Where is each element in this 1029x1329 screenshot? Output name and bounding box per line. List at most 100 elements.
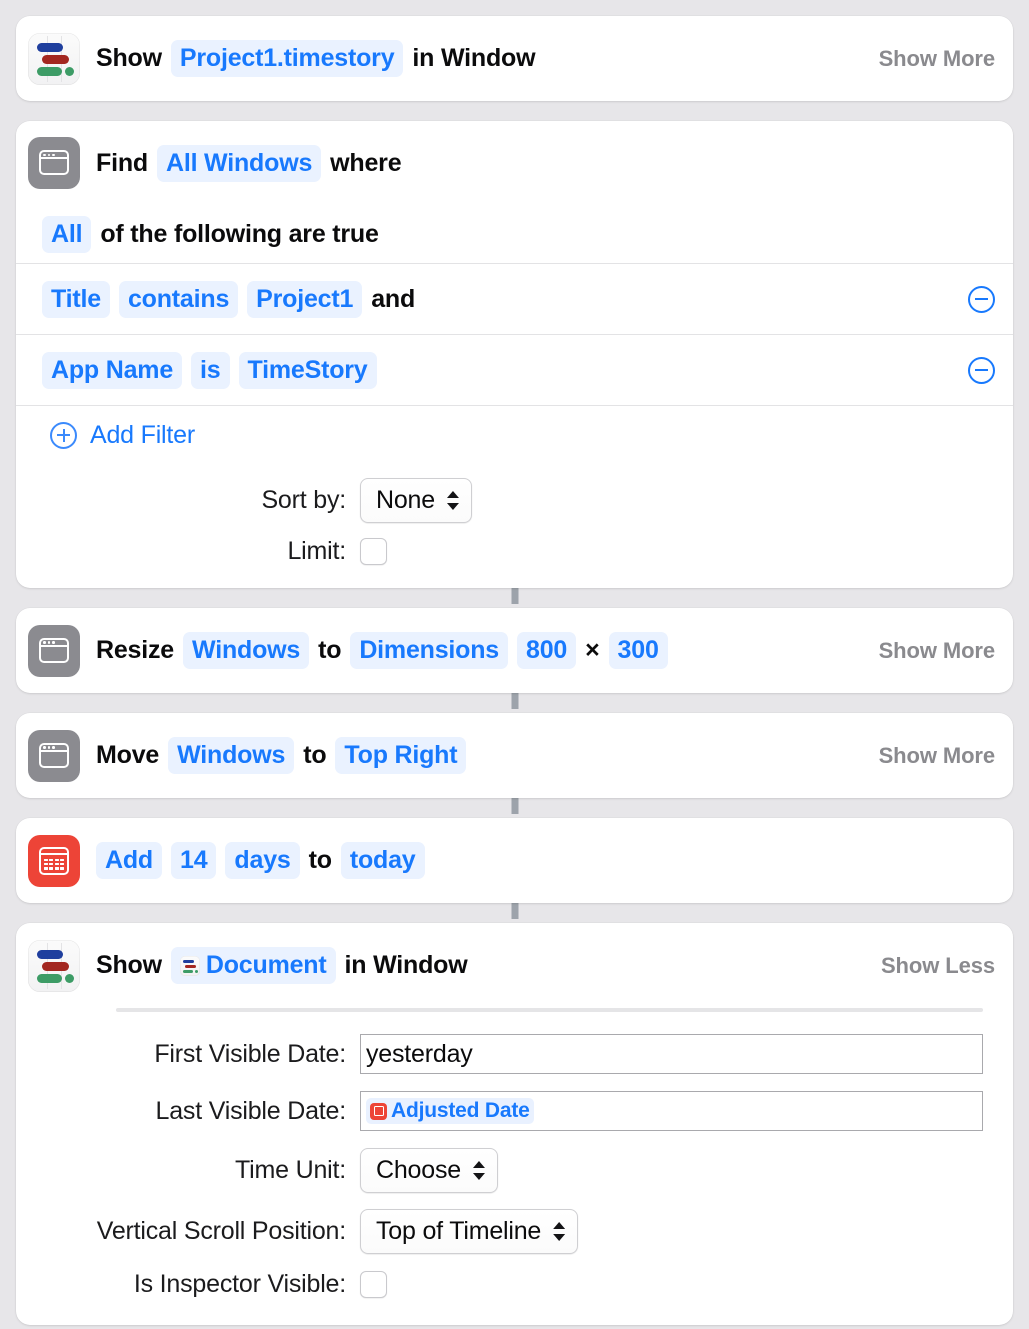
action-connector: to	[308, 846, 332, 874]
add-filter-button[interactable]: Add Filter	[16, 405, 1013, 464]
move-position-token[interactable]: Top Right	[335, 737, 467, 774]
condition-quantifier-row: All of the following are true	[16, 205, 1013, 263]
timestory-document-icon	[179, 955, 200, 976]
action-card-find-windows[interactable]: Find All Windows where All of the follow…	[16, 121, 1013, 588]
action-header: Move Windows to Top Right Show More	[16, 713, 1013, 798]
action-suffix: in Window	[412, 44, 536, 72]
filter-value-token[interactable]: TimeStory	[238, 351, 377, 389]
param-first-visible-date: First Visible Date: yesterday	[16, 1034, 983, 1074]
resize-mode-token[interactable]: Dimensions	[350, 632, 509, 669]
quantifier-token[interactable]: All	[42, 215, 92, 253]
adjusted-date-variable-pill[interactable]: Adjusted Date	[366, 1098, 534, 1124]
sort-by-row: Sort by: None	[16, 478, 1013, 523]
action-header: Resize Windows to Dimensions 800 × 300 S…	[16, 608, 1013, 693]
chevron-updown-icon	[447, 490, 459, 511]
filter-operator-token[interactable]: is	[191, 351, 230, 389]
is-inspector-visible-checkbox[interactable]	[360, 1271, 387, 1298]
action-phrase: Resize Windows to Dimensions 800 × 300	[96, 632, 861, 669]
last-visible-date-label: Last Visible Date:	[155, 1096, 347, 1125]
action-verb: Show	[96, 44, 162, 72]
workflow-canvas: Show Project1.timestory in Window Show M…	[0, 0, 1029, 1329]
document-token[interactable]: Project1.timestory	[170, 40, 404, 77]
chevron-updown-icon	[473, 1160, 485, 1181]
sort-by-label: Sort by:	[261, 486, 346, 514]
action-phrase: Show Project1.timestory in Window	[96, 40, 861, 77]
action-card-move-windows[interactable]: Move Windows to Top Right Show More	[16, 713, 1013, 798]
action-suffix: where	[330, 148, 402, 177]
filter-operator-token[interactable]: contains	[118, 280, 239, 318]
window-icon	[28, 729, 80, 782]
sort-by-value: None	[376, 486, 435, 514]
resize-target-token[interactable]: Windows	[183, 632, 310, 669]
find-options: Sort by: None Limit:	[16, 464, 1013, 588]
time-unit-value: Choose	[376, 1156, 461, 1184]
base-date-token[interactable]: today	[340, 842, 425, 879]
action-header: Show Project1.timestory in Window Show M…	[16, 16, 1013, 101]
multiply-symbol: ×	[585, 636, 600, 664]
chevron-updown-icon	[553, 1221, 565, 1242]
adjusted-date-label: Adjusted Date	[391, 1099, 530, 1122]
filter-field-token[interactable]: App Name	[42, 351, 183, 389]
vertical-scroll-position-popup[interactable]: Top of Timeline	[360, 1209, 579, 1254]
action-header: Add 14 days to today	[16, 818, 1013, 903]
action-header: Show Document in Window Show Less	[16, 923, 1013, 1008]
action-phrase: Show Document in Window	[96, 947, 863, 984]
width-token[interactable]: 800	[517, 632, 577, 669]
first-visible-date-input[interactable]: yesterday	[360, 1034, 983, 1074]
show-more-toggle[interactable]: Show More	[879, 46, 996, 72]
param-time-unit: Time Unit: Choose	[16, 1148, 983, 1193]
action-phrase: Find All Windows where	[96, 144, 995, 182]
height-token[interactable]: 300	[608, 632, 668, 669]
action-phrase: Add 14 days to today	[96, 842, 995, 879]
timestory-app-icon	[28, 939, 80, 992]
show-more-toggle[interactable]: Show More	[879, 743, 996, 769]
action-verb: Show	[96, 951, 162, 979]
param-is-inspector-visible: Is Inspector Visible:	[16, 1270, 983, 1299]
show-less-toggle[interactable]: Show Less	[881, 953, 995, 979]
param-last-visible-date: Last Visible Date: Adjusted Date	[16, 1091, 983, 1131]
sort-by-popup[interactable]: None	[360, 478, 472, 523]
limit-label: Limit:	[287, 537, 346, 565]
filter-row: Title contains Project1 and	[16, 263, 1013, 334]
action-suffix: in Window	[344, 951, 468, 979]
action-phrase: Move Windows to Top Right	[96, 737, 861, 774]
condition-suffix: of the following are true	[100, 219, 379, 248]
find-target-token[interactable]: All Windows	[156, 144, 322, 182]
vertical-scroll-position-value: Top of Timeline	[376, 1217, 542, 1245]
remove-filter-icon[interactable]	[968, 285, 995, 313]
action-card-resize-windows[interactable]: Resize Windows to Dimensions 800 × 300 S…	[16, 608, 1013, 693]
show-more-toggle[interactable]: Show More	[879, 638, 996, 664]
window-icon	[28, 137, 80, 189]
action-verb: Move	[96, 741, 160, 769]
date-amount-token[interactable]: 14	[171, 842, 217, 879]
action-connector: to	[303, 741, 327, 769]
filter-conjunction: and	[371, 284, 416, 313]
time-unit-popup[interactable]: Choose	[360, 1148, 498, 1193]
action-card-show-document-window-2[interactable]: Show Document in Window Show Less First …	[16, 923, 1013, 1325]
filter-field-token[interactable]: Title	[42, 280, 110, 318]
move-target-token[interactable]: Windows	[168, 737, 295, 774]
timestory-app-icon	[28, 32, 80, 85]
document-token[interactable]: Document	[170, 947, 336, 984]
last-visible-date-input[interactable]: Adjusted Date	[360, 1091, 983, 1131]
date-operation-token[interactable]: Add	[96, 842, 162, 879]
action-verb: Find	[96, 148, 148, 177]
limit-checkbox[interactable]	[360, 538, 387, 565]
param-vertical-scroll-position: Vertical Scroll Position: Top of Timelin…	[16, 1209, 983, 1254]
filter-row: App Name is TimeStory	[16, 334, 1013, 405]
action-card-show-document-window-1[interactable]: Show Project1.timestory in Window Show M…	[16, 16, 1013, 101]
action-verb: Resize	[96, 636, 175, 664]
action-card-adjust-date[interactable]: Add 14 days to today	[16, 818, 1013, 903]
first-visible-date-value: yesterday	[366, 1039, 473, 1068]
calendar-icon	[28, 834, 80, 887]
filter-value-token[interactable]: Project1	[247, 280, 363, 318]
calendar-variable-icon	[370, 1102, 387, 1120]
add-filter-label: Add Filter	[90, 420, 195, 449]
window-icon	[28, 624, 80, 677]
action-connector: to	[318, 636, 342, 664]
remove-filter-icon[interactable]	[968, 356, 995, 384]
vertical-scroll-position-label: Vertical Scroll Position:	[96, 1217, 346, 1245]
date-unit-token[interactable]: days	[225, 842, 300, 879]
limit-row: Limit:	[16, 537, 1013, 566]
first-visible-date-label: First Visible Date:	[154, 1039, 346, 1068]
